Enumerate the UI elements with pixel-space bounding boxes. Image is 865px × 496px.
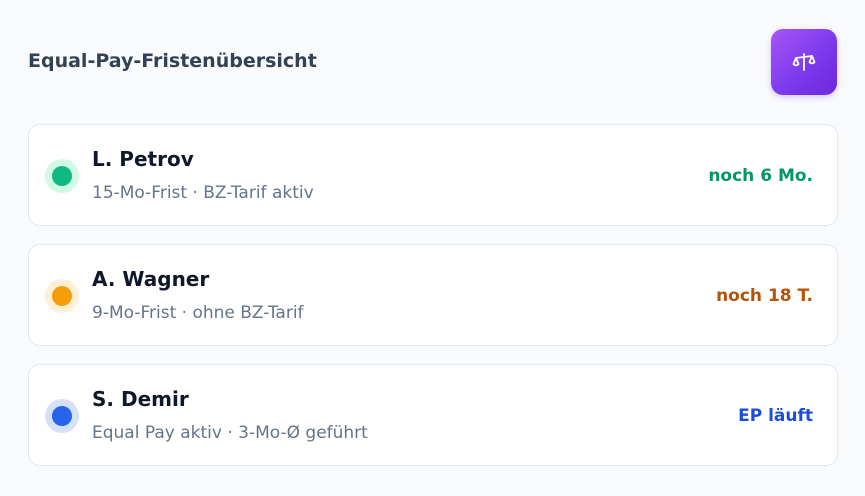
header: Equal-Pay-Fristenübersicht: [28, 28, 837, 96]
status-dot: [52, 406, 72, 426]
status-dot-ring: [45, 279, 79, 313]
employee-detail: 9-Mo-Frist · ohne BZ-Tarif: [92, 303, 304, 323]
employee-name: A. Wagner: [92, 267, 210, 291]
list-item[interactable]: L. Petrov 15-Mo-Frist · BZ-Tarif aktiv n…: [28, 124, 838, 226]
status-dot: [52, 166, 72, 186]
status-badge: EP läuft: [738, 406, 813, 426]
status-dot: [52, 286, 72, 306]
scale-icon: [792, 53, 816, 71]
status-dot-ring: [45, 159, 79, 193]
employee-name: S. Demir: [92, 387, 189, 411]
page-title: Equal-Pay-Fristenübersicht: [28, 50, 317, 72]
status-badge: noch 18 T.: [716, 286, 813, 306]
deadline-list: L. Petrov 15-Mo-Frist · BZ-Tarif aktiv n…: [28, 124, 838, 484]
list-item[interactable]: A. Wagner 9-Mo-Frist · ohne BZ-Tarif noc…: [28, 244, 838, 346]
app-logo[interactable]: [771, 29, 837, 95]
status-dot-ring: [45, 399, 79, 433]
status-badge: noch 6 Mo.: [708, 166, 813, 186]
list-item[interactable]: S. Demir Equal Pay aktiv · 3-Mo-Ø geführ…: [28, 364, 838, 466]
employee-detail: 15-Mo-Frist · BZ-Tarif aktiv: [92, 183, 314, 203]
employee-detail: Equal Pay aktiv · 3-Mo-Ø geführt: [92, 423, 368, 443]
employee-name: L. Petrov: [92, 147, 194, 171]
